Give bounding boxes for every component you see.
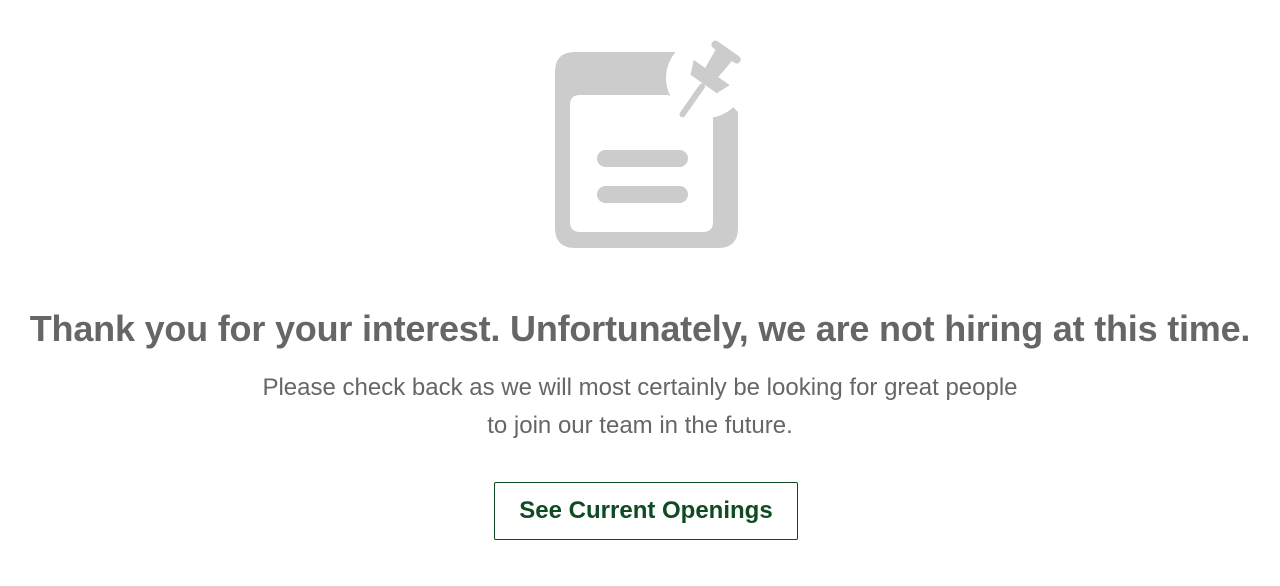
see-current-openings-button[interactable]: See Current Openings [494,482,798,540]
not-hiring-headline: Thank you for your interest. Unfortunate… [29,308,1251,349]
check-back-message-line-1: Please check back as we will most certai… [262,374,1018,401]
check-back-message-line-2: to join our team in the future. [487,412,793,439]
pinned-note-icon [540,40,750,255]
empty-state-page: Thank you for your interest. Unfortunate… [0,0,1280,586]
check-back-message: Please check back as we will most certai… [0,369,1280,445]
